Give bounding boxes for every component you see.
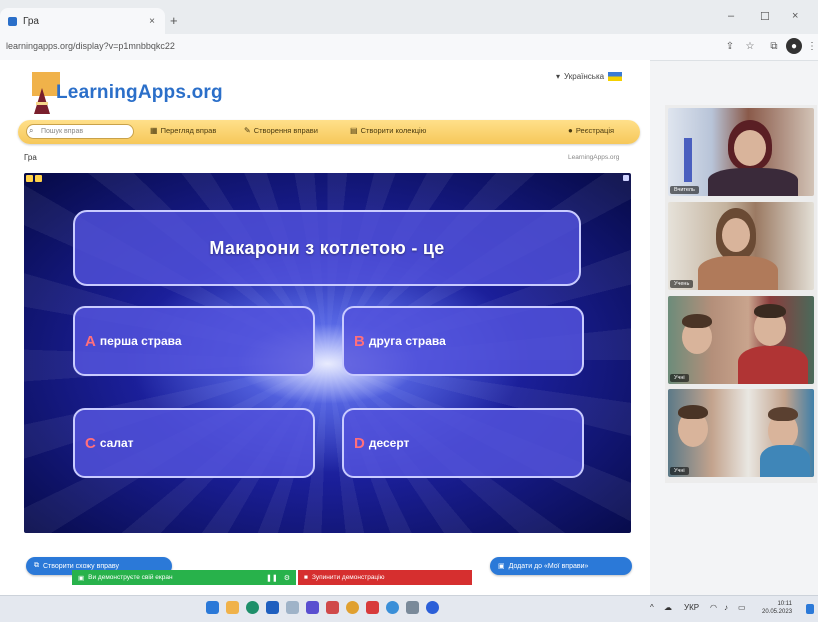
copy-icon: ⧉ (34, 562, 39, 569)
answer-text: перша страва (99, 334, 182, 348)
answer-text: друга страва (368, 334, 446, 348)
nav-create-collection[interactable]: ▤ Створити колекцію (350, 126, 426, 135)
participant-tile[interactable]: Учні (668, 389, 814, 477)
plus-icon: ▣ (498, 563, 505, 570)
stop-share-button[interactable]: ■ Зупинити демонстрацію (298, 570, 472, 585)
chrome-icon[interactable] (346, 601, 359, 614)
app-icon[interactable] (286, 601, 299, 614)
tab-favicon-icon (8, 16, 17, 26)
url-field[interactable]: learningapps.org/display?v=p1mnbbqkc22 (6, 41, 175, 51)
participant-tile[interactable]: Учні (668, 296, 814, 384)
game-close-icon[interactable] (623, 175, 629, 181)
close-window-icon[interactable]: × (792, 10, 798, 22)
stop-icon: ■ (304, 574, 308, 581)
wifi-icon[interactable]: ◠ (710, 603, 717, 612)
answer-letter: C (85, 434, 96, 452)
bookmark-icon[interactable]: ☆ (742, 38, 758, 54)
settings-icon[interactable]: ⚙ (284, 574, 290, 582)
notification-icon[interactable] (806, 604, 814, 614)
teams-icon[interactable] (306, 601, 319, 614)
ukraine-flag-icon (608, 72, 623, 81)
answer-letter: D (354, 434, 365, 452)
nav-label: Реєстрація (575, 126, 615, 135)
menu-icon[interactable]: ⋮ (804, 38, 818, 54)
answer-text: десерт (368, 436, 410, 450)
nav-create-app[interactable]: ✎ Створення вправи (244, 126, 318, 135)
start-icon[interactable] (206, 601, 219, 614)
language-selector[interactable]: ▾ Українська (556, 72, 623, 81)
app-meta: LearningApps.org (568, 154, 620, 161)
onedrive-icon[interactable]: ☁ (664, 603, 672, 612)
button-label: Створити схожу вправу (43, 562, 119, 570)
file-explorer-icon[interactable] (226, 601, 239, 614)
answer-option-b[interactable]: B друга страва (342, 306, 584, 376)
clock-time: 10:11 (777, 601, 793, 607)
nav-label: Створення вправи (253, 126, 318, 135)
answer-text: салат (99, 436, 134, 450)
chevron-down-icon: ▾ (556, 72, 561, 81)
participant-tile[interactable]: Вчитель (668, 108, 814, 196)
keyboard-language[interactable]: УКР (684, 603, 699, 612)
question-box: Макарони з котлетою - це (73, 210, 581, 286)
nav-label: Перегляд вправ (160, 126, 217, 135)
pencil-icon: ✎ (244, 126, 251, 135)
answer-option-a[interactable]: A перша страва (73, 306, 315, 376)
nav-browse-apps[interactable]: ▦ Перегляд вправ (150, 126, 216, 135)
app-icon[interactable] (426, 601, 439, 614)
clock-date: 20.05.2023 (762, 609, 793, 615)
user-icon: ● (568, 126, 573, 135)
battery-icon[interactable]: ▭ (738, 603, 746, 612)
participant-name: Учень (670, 280, 694, 288)
volume-icon[interactable]: ♪ (724, 603, 728, 612)
browser-tab[interactable]: Гра × (0, 8, 165, 34)
answer-letter: B (354, 332, 365, 350)
grid-icon: ▦ (150, 126, 158, 135)
participant-tile[interactable]: Учень (668, 202, 814, 290)
search-input[interactable]: Пошук вправ (26, 124, 134, 139)
button-label: Додати до «Мої вправи» (508, 562, 589, 570)
stop-text: Зупинити демонстрацію (311, 574, 385, 581)
new-tab-icon[interactable]: + (170, 13, 178, 28)
close-tab-icon[interactable]: × (149, 16, 155, 27)
participant-name: Учні (670, 374, 689, 382)
share-text: Ви демонструєте свій екран (88, 574, 173, 581)
answer-letter: A (85, 332, 96, 350)
fullscreen-icon[interactable] (26, 175, 33, 182)
participant-name: Учні (670, 467, 689, 475)
tray-chevron-icon[interactable]: ^ (650, 603, 654, 612)
minimize-icon[interactable]: – (728, 10, 734, 22)
pause-icon[interactable]: ❚❚ (266, 574, 278, 582)
store-icon[interactable] (266, 601, 279, 614)
app-icon[interactable] (406, 601, 419, 614)
answer-option-d[interactable]: D десерт (342, 408, 584, 478)
app-icon[interactable] (366, 601, 379, 614)
edge-icon[interactable] (246, 601, 259, 614)
screen-share-bar: ▣ Ви демонструєте свій екран ❚❚ ⚙ (72, 570, 296, 585)
app-icon[interactable] (326, 601, 339, 614)
share-icon[interactable]: ⇪ (722, 38, 738, 54)
maximize-icon[interactable]: ☐ (760, 10, 770, 23)
tab-title: Гра (23, 15, 39, 27)
language-label: Українська (564, 72, 605, 81)
breadcrumb: Гра (24, 153, 37, 162)
help-icon[interactable] (35, 175, 42, 182)
nav-register[interactable]: ● Реєстрація (568, 126, 614, 135)
site-logo[interactable]: LearningApps.org (56, 82, 223, 104)
nav-label: Створити колекцію (360, 126, 427, 135)
clock[interactable]: 10:11 20.05.2023 (762, 600, 792, 616)
add-to-my-apps-button[interactable]: ▣ Додати до «Мої вправи» (490, 557, 632, 575)
extensions-icon[interactable]: ⧉ (766, 38, 782, 54)
share-icon: ▣ (78, 574, 85, 582)
participant-name: Вчитель (670, 186, 699, 194)
game-toolbar (26, 175, 42, 182)
answer-option-c[interactable]: C салат (73, 408, 315, 478)
zoom-icon[interactable] (386, 601, 399, 614)
folder-icon: ▤ (350, 126, 358, 135)
profile-avatar[interactable]: ● (786, 38, 802, 54)
search-icon: ⌕ (29, 126, 34, 135)
